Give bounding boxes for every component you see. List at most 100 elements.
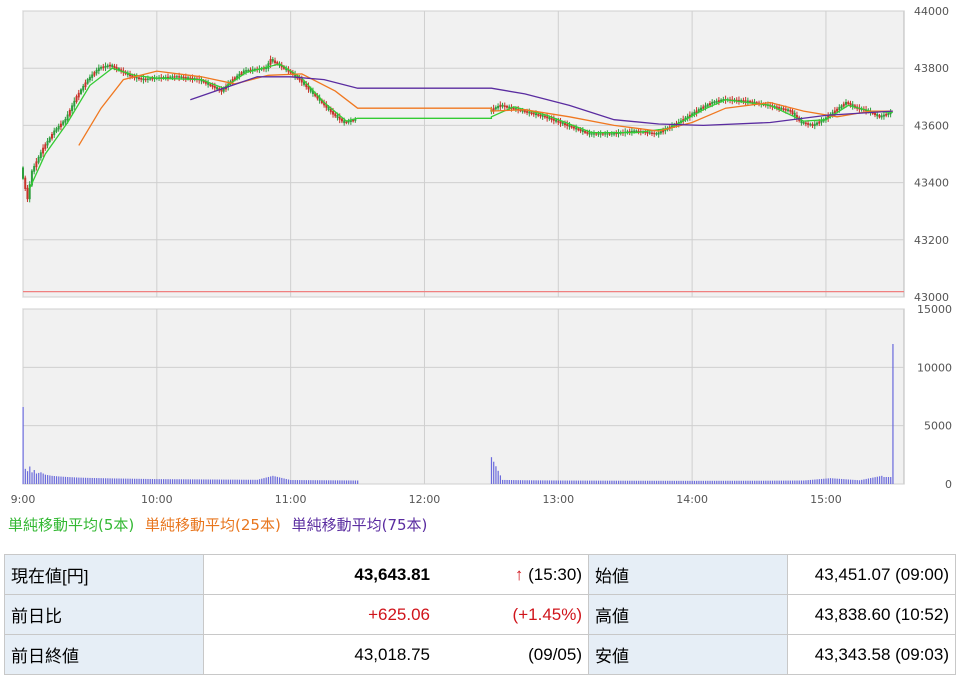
- candle-body: [269, 59, 272, 65]
- candle-body: [173, 76, 176, 78]
- candle-body: [546, 116, 549, 119]
- volume-bar: [664, 480, 667, 484]
- volume-bar: [651, 480, 653, 484]
- volume-bar: [803, 480, 805, 484]
- volume-bar: [236, 479, 238, 484]
- volume-bar: [573, 480, 575, 484]
- candle-body: [274, 60, 277, 64]
- volume-bar: [196, 479, 198, 484]
- volume-bar: [183, 479, 185, 484]
- candle-body: [802, 121, 805, 124]
- change-value: +625.06: [203, 594, 436, 635]
- volume-bar: [158, 479, 160, 484]
- volume-bar: [827, 478, 829, 484]
- volume-plot-background: [22, 308, 905, 485]
- price-y-tick-label: 43600: [914, 119, 949, 132]
- volume-bar: [544, 480, 546, 484]
- volume-bar: [562, 480, 564, 484]
- candle-body: [813, 123, 816, 126]
- volume-bar: [22, 407, 24, 484]
- volume-bar: [303, 480, 305, 484]
- volume-bar: [60, 476, 62, 484]
- volume-bar: [107, 478, 109, 484]
- volume-bar: [515, 480, 517, 484]
- volume-bar: [553, 480, 555, 484]
- volume-bar: [348, 480, 350, 484]
- volume-bar: [653, 480, 655, 484]
- volume-bar: [582, 480, 584, 484]
- volume-bar: [740, 480, 742, 484]
- volume-bar: [258, 479, 261, 484]
- volume-bar: [649, 480, 651, 484]
- volume-bar: [145, 478, 147, 484]
- current-price-value: 43,643.81: [203, 554, 436, 595]
- candle-body: [559, 121, 562, 124]
- candle-body: [108, 64, 111, 67]
- volume-bar: [843, 479, 845, 484]
- volume-bar: [122, 478, 125, 484]
- candle-body: [55, 128, 58, 132]
- price-y-tick-label: 43400: [914, 177, 949, 190]
- volume-bar: [533, 480, 535, 484]
- high-value: 43,838.60 (10:52): [787, 594, 956, 635]
- volume-bar: [577, 480, 580, 484]
- volume-bar: [330, 480, 332, 484]
- volume-bar: [165, 479, 167, 484]
- volume-bar: [546, 480, 548, 484]
- candle-body: [73, 100, 76, 107]
- volume-bar: [504, 479, 506, 484]
- volume-bar: [292, 480, 294, 484]
- volume-bar: [671, 480, 673, 484]
- up-arrow-icon: ↑: [514, 564, 524, 584]
- volume-bar: [203, 479, 205, 484]
- candle-body: [184, 77, 187, 79]
- volume-bar: [658, 480, 660, 484]
- candle-body: [840, 105, 843, 109]
- volume-bar: [531, 480, 533, 484]
- volume-bar: [662, 480, 664, 484]
- volume-bar: [47, 475, 49, 484]
- volume-bar: [310, 480, 312, 484]
- volume-bar: [718, 480, 720, 484]
- volume-bar: [73, 477, 75, 484]
- volume-bar: [345, 480, 348, 484]
- volume-bar: [618, 480, 620, 484]
- volume-bar: [725, 480, 727, 484]
- volume-panel: 0 5000 10000 15000 9:00 10:00 11:00 12:00 13:00 1…: [11, 303, 952, 506]
- volume-bar: [499, 475, 502, 484]
- candle-body: [887, 113, 890, 115]
- volume-bar: [82, 477, 84, 484]
- volume-bar: [261, 478, 263, 484]
- volume-bar: [249, 479, 252, 484]
- volume-bar: [160, 479, 162, 484]
- candle-body: [64, 119, 67, 123]
- volume-bar: [142, 478, 145, 484]
- volume-bar: [762, 480, 765, 484]
- volume-bar: [756, 480, 758, 484]
- volume-bar: [854, 479, 856, 484]
- volume-bar: [200, 479, 203, 484]
- candle-body: [175, 76, 178, 78]
- volume-bar: [631, 480, 633, 484]
- volume-bar: [698, 480, 700, 484]
- volume-bar: [87, 477, 89, 484]
- candle-body: [782, 108, 785, 110]
- volume-bar: [96, 478, 98, 484]
- volume-bar: [64, 476, 67, 484]
- volume-bar: [794, 480, 796, 484]
- volume-bar: [678, 480, 680, 484]
- candle-body: [880, 115, 883, 118]
- volume-bar: [290, 480, 292, 484]
- volume-bar: [307, 480, 310, 484]
- volume-bar: [44, 474, 47, 484]
- volume-bar: [624, 480, 626, 484]
- volume-bar: [53, 476, 55, 484]
- volume-bar: [615, 480, 617, 484]
- volume-bar: [287, 479, 290, 484]
- volume-bar: [129, 478, 131, 484]
- candle-body: [111, 64, 114, 68]
- price-y-tick-label: 43200: [914, 234, 949, 247]
- volume-bar: [314, 480, 316, 484]
- volume-bar: [832, 478, 834, 484]
- high-label: 高値: [588, 594, 788, 635]
